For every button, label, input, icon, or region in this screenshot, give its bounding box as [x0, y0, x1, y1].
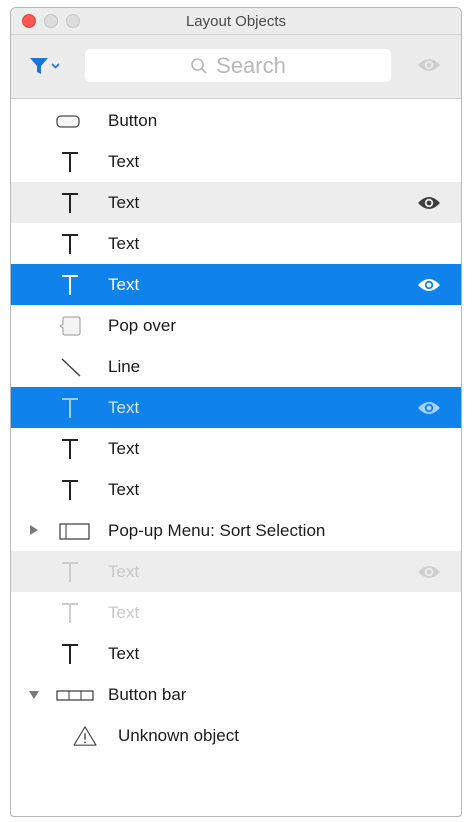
text-icon — [62, 480, 78, 500]
list-item-label: Button — [108, 111, 158, 130]
list-item-label: Text — [108, 152, 140, 171]
title-bar: Layout Objects — [11, 8, 461, 35]
list-item[interactable]: Text — [11, 141, 461, 182]
text-icon — [62, 152, 78, 172]
text-icon — [62, 234, 78, 254]
list-item-label: Unknown object — [118, 726, 239, 745]
search-icon — [191, 57, 207, 74]
list-item-label: Line — [108, 357, 141, 376]
text-icon — [62, 193, 78, 213]
list-item-label: Button bar — [108, 685, 187, 704]
list-item-label: Text — [108, 480, 140, 499]
list-item-label: Text — [108, 398, 140, 417]
eye-icon — [418, 59, 440, 71]
text-icon — [62, 439, 78, 459]
button-bar-icon — [56, 690, 94, 701]
search-placeholder: Search — [216, 52, 286, 78]
text-icon — [62, 275, 78, 295]
list-item[interactable]: Text — [11, 182, 461, 223]
list-item[interactable]: Text — [11, 223, 461, 264]
disclosure-triangle-icon[interactable] — [29, 525, 39, 535]
list-item-selected[interactable]: Text — [11, 264, 461, 305]
list-item-label: Text — [108, 193, 140, 212]
text-icon — [62, 562, 78, 582]
list-item[interactable]: Line — [11, 346, 461, 387]
filter-icon — [30, 58, 60, 74]
list-item[interactable]: Button — [11, 100, 461, 141]
list-item[interactable]: Text — [11, 428, 461, 469]
list-item[interactable]: Pop over — [11, 305, 461, 346]
list-item-label: Pop-up Menu: Sort Selection — [108, 521, 326, 540]
list-item-selected[interactable]: Text — [11, 387, 461, 428]
layout-objects-list: Button Text Text Text Text Pop over Line… — [11, 100, 461, 756]
chevron-down-icon — [51, 63, 60, 69]
list-item-label: Text — [108, 644, 140, 663]
disclosure-triangle-icon[interactable] — [29, 690, 39, 700]
list-item[interactable]: Text — [11, 469, 461, 510]
layout-objects-window: Layout Objects Search Button Text Text T… — [10, 7, 462, 817]
list-item-group[interactable]: Button bar — [11, 674, 461, 715]
search-field[interactable]: Search — [85, 49, 391, 82]
list-item[interactable]: Unknown object — [11, 715, 461, 756]
list-item[interactable]: Text — [11, 633, 461, 674]
button-icon — [56, 115, 80, 128]
list-item[interactable]: Text — [11, 592, 461, 633]
list-item-group[interactable]: Pop-up Menu: Sort Selection — [11, 510, 461, 551]
eye-icon[interactable] — [417, 195, 441, 211]
text-icon — [62, 644, 78, 664]
list-item-label: Text — [108, 439, 140, 458]
eye-icon[interactable] — [417, 564, 441, 580]
popup-menu-icon — [59, 523, 90, 540]
list-item-label: Pop over — [108, 316, 177, 335]
list-item-label: Text — [108, 275, 140, 294]
line-icon — [61, 358, 81, 377]
window-title: Layout Objects — [185, 13, 287, 30]
text-icon — [62, 398, 78, 418]
eye-icon[interactable] — [417, 400, 441, 416]
text-icon — [62, 603, 78, 623]
filter-button[interactable] — [29, 55, 65, 79]
visibility-toggle-button[interactable] — [417, 57, 441, 73]
list-item-label: Text — [108, 234, 140, 253]
list-item-label: Text — [108, 603, 140, 622]
popover-icon — [59, 316, 81, 336]
warning-icon — [73, 726, 97, 746]
toolbar: Search — [11, 35, 461, 99]
list-empty-area — [11, 766, 461, 816]
list-item[interactable]: Text — [11, 551, 461, 592]
eye-icon[interactable] — [417, 277, 441, 293]
list-item-label: Text — [108, 562, 140, 581]
